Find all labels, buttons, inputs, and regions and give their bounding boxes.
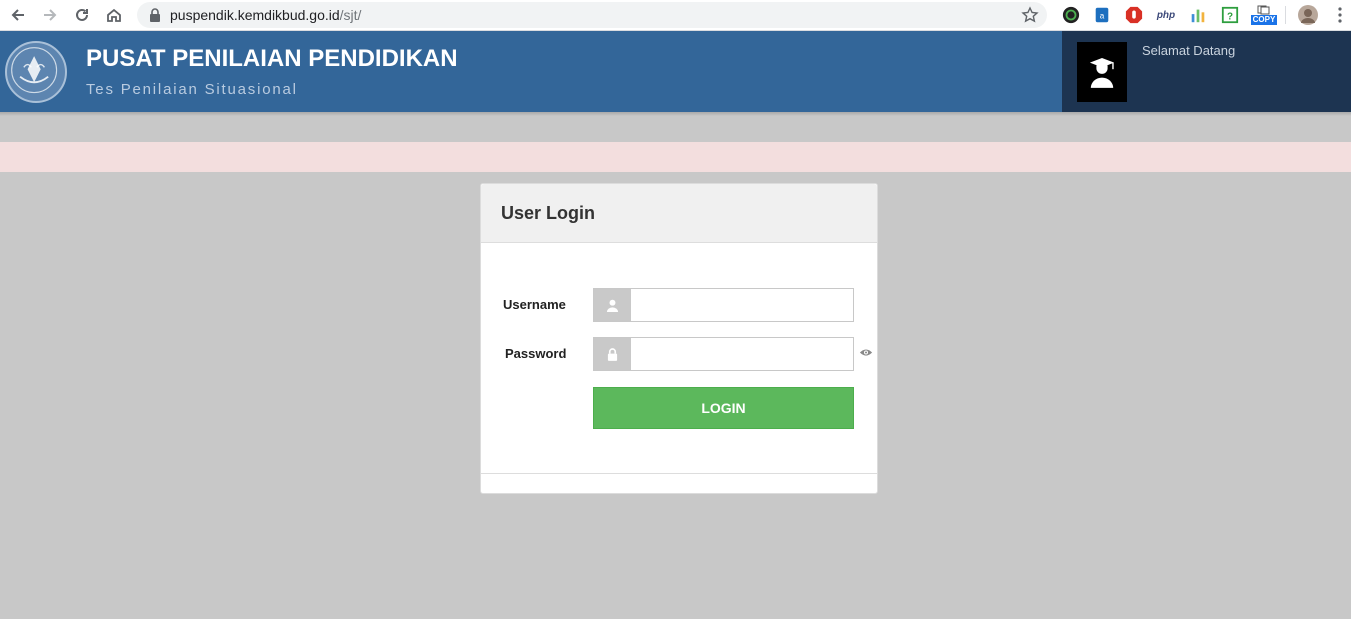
login-panel-footer-divider <box>481 473 877 474</box>
analytics-icon[interactable] <box>1187 4 1209 26</box>
forward-button[interactable] <box>37 3 63 27</box>
svg-text:?: ? <box>1227 12 1233 23</box>
password-input[interactable] <box>632 338 853 370</box>
bookmark-star-icon[interactable] <box>1021 6 1039 24</box>
profile-avatar-icon[interactable] <box>1297 4 1319 26</box>
php-label: php <box>1156 9 1176 21</box>
chrome-menu-icon[interactable] <box>1329 4 1351 26</box>
kemdikbud-logo <box>5 41 67 103</box>
url-host: puspendik.kemdikbud.go.id <box>170 7 340 23</box>
password-addon <box>594 338 631 370</box>
username-addon <box>594 289 631 321</box>
copy-pages-icon <box>1257 5 1270 15</box>
reload-button[interactable] <box>69 3 95 27</box>
site-header: PUSAT PENILAIAN PENDIDIKAN Tes Penilaian… <box>0 31 1351 112</box>
user-avatar <box>1077 42 1127 102</box>
graduate-user-icon <box>1089 58 1115 88</box>
welcome-text: Selamat Datang <box>1142 43 1236 58</box>
site-subtitle: Tes Penilaian Situasional <box>86 81 298 98</box>
copy-icon[interactable]: COPY <box>1250 4 1278 26</box>
login-panel: User Login Username Password LOGIN <box>480 183 878 494</box>
url-path: /sjt/ <box>339 7 362 23</box>
arrow-left-icon <box>11 9 24 21</box>
color-picker-icon[interactable] <box>1060 4 1082 26</box>
svg-text:a: a <box>1100 12 1105 21</box>
browser-toolbar: puspendik.kemdikbud.go.id/sjt/ a php ? C… <box>0 0 1351 31</box>
username-input-group <box>593 288 854 322</box>
php-icon[interactable]: php <box>1155 4 1177 26</box>
padlock-icon <box>607 347 618 361</box>
password-label: Password <box>505 346 567 361</box>
arrow-right-icon <box>44 9 57 21</box>
url-text: puspendik.kemdikbud.go.id/sjt/ <box>170 7 361 23</box>
toolbar-divider <box>1285 6 1286 24</box>
user-icon <box>606 299 619 312</box>
reload-icon <box>76 8 88 21</box>
home-button[interactable] <box>101 3 127 27</box>
username-input[interactable] <box>632 289 853 321</box>
login-button[interactable]: LOGIN <box>593 387 854 429</box>
username-label: Username <box>503 297 566 312</box>
password-input-group <box>593 337 854 371</box>
back-button[interactable] <box>5 3 31 27</box>
address-bar[interactable]: puspendik.kemdikbud.go.id/sjt/ <box>137 2 1047 28</box>
copy-label: COPY <box>1250 15 1278 25</box>
adblock-icon[interactable] <box>1123 4 1145 26</box>
lock-icon <box>150 8 160 22</box>
dictionary-icon[interactable]: a <box>1091 4 1113 26</box>
user-panel: Selamat Datang <box>1062 31 1351 112</box>
site-title: PUSAT PENILAIAN PENDIDIKAN <box>86 45 458 72</box>
login-panel-header: User Login <box>481 184 877 243</box>
login-title: User Login <box>501 203 596 223</box>
help-icon[interactable]: ? <box>1219 4 1241 26</box>
show-password-eye-icon[interactable] <box>858 345 874 359</box>
alert-bar <box>0 142 1351 172</box>
header-shadow <box>0 112 1351 116</box>
home-icon <box>107 8 121 22</box>
